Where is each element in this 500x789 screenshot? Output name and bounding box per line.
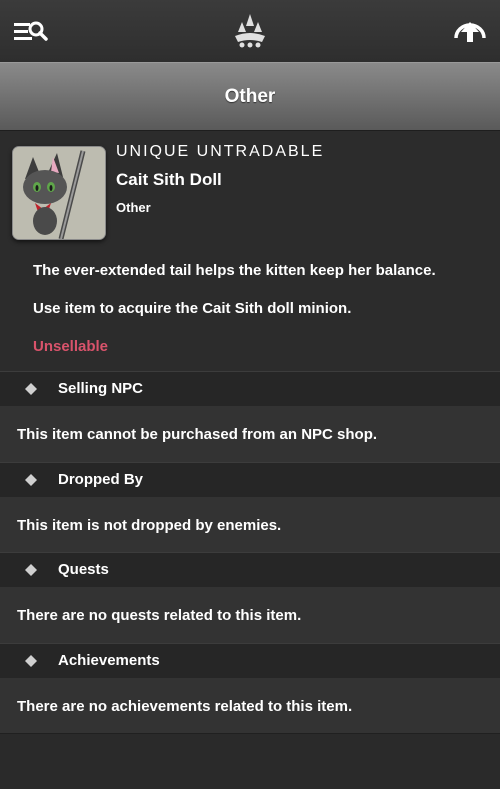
diamond-icon (25, 383, 37, 395)
section-header-achievements[interactable]: Achievements (0, 643, 500, 679)
section-body-achievements: There are no achievements related to thi… (0, 678, 500, 734)
section-header-selling-npc[interactable]: Selling NPC (0, 371, 500, 407)
home-button[interactable] (452, 14, 488, 48)
section-text: This item is not dropped by enemies. (17, 517, 282, 534)
item-category: Other (116, 200, 151, 215)
item-rarity: UNIQUE UNTRADABLE (116, 143, 325, 160)
item-image (12, 146, 106, 240)
section-header-dropped-by[interactable]: Dropped By (0, 462, 500, 498)
section-label: Quests (58, 561, 109, 578)
search-menu-icon (14, 21, 48, 41)
item-usage: Use item to acquire the Cait Sith doll m… (33, 300, 352, 317)
guild-logo-icon (235, 14, 265, 48)
item-name: Cait Sith Doll (116, 170, 222, 189)
section-label: Dropped By (58, 471, 144, 488)
section-body-dropped-by: This item is not dropped by enemies. (0, 497, 500, 553)
title-bar: Other (0, 62, 500, 131)
section-text: This item cannot be purchased from an NP… (17, 426, 378, 443)
section-label: Selling NPC (58, 380, 144, 397)
section-label: Achievements (58, 652, 160, 669)
status-badge: Unsellable (33, 338, 109, 355)
section-text: There are no achievements related to thi… (17, 698, 353, 715)
cait-sith-doll-image (13, 147, 105, 239)
section-body-selling-npc: This item cannot be purchased from an NP… (0, 406, 500, 462)
diamond-icon (25, 474, 37, 486)
home-arrow-icon (454, 22, 486, 42)
section-body-quests: There are no quests related to this item… (0, 587, 500, 643)
app-bar (0, 0, 500, 63)
logo-button[interactable] (231, 12, 269, 50)
section-text: There are no quests related to this item… (17, 607, 302, 624)
page-bottom (0, 733, 500, 789)
section-header-quests[interactable]: Quests (0, 552, 500, 588)
diamond-icon (25, 655, 37, 667)
item-description: The ever-extended tail helps the kitten … (33, 262, 436, 279)
diamond-icon (25, 564, 37, 576)
search-menu-button[interactable] (12, 14, 48, 48)
page-title: Other (224, 85, 276, 107)
